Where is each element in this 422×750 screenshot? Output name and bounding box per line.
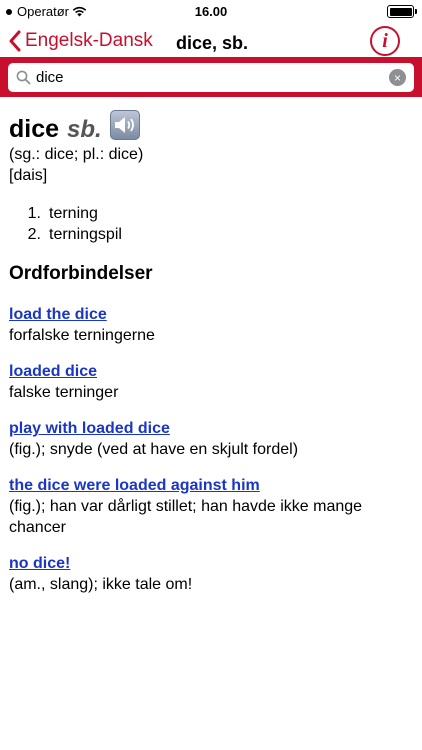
sense-item: 2. terningspil	[9, 224, 413, 245]
clear-icon[interactable]: ×	[389, 69, 406, 86]
sense-list: 1. terning 2. terningspil	[9, 203, 413, 245]
headword-row: dice sb.	[9, 104, 413, 144]
back-label: Engelsk-Dansk	[25, 30, 153, 51]
clock: 16.00	[194, 4, 228, 19]
info-button[interactable]: i	[370, 26, 400, 56]
phrase-definition: (am., slang); ikke tale om!	[9, 576, 193, 593]
sense-number: 2.	[27, 226, 41, 243]
grammar-info: (sg.: dice; pl.: dice)	[9, 146, 144, 163]
phrase-item: load the dice forfalske terningerne	[9, 304, 413, 346]
speaker-icon	[114, 117, 134, 133]
sense-item: 1. terning	[9, 203, 413, 224]
phrase-item: play with loaded dice (fig.); snyde (ved…	[9, 418, 413, 460]
back-button[interactable]: Engelsk-Dansk	[8, 30, 153, 52]
sense-number: 1.	[27, 205, 41, 222]
speaker-button[interactable]	[109, 110, 140, 140]
search-field: ×	[8, 63, 414, 92]
page-title: dice, sb.	[176, 33, 249, 53]
phrase-link[interactable]: the dice were loaded against him	[9, 475, 413, 496]
search-bar: ×	[0, 57, 422, 97]
phrase-definition: falske terninger	[9, 384, 119, 401]
phrase-definition: (fig.); snyde (ved at have en skjult for…	[9, 441, 299, 458]
phrase-link[interactable]: load the dice	[9, 304, 413, 325]
pronunciation: [dais]	[9, 167, 48, 184]
entry-content: dice sb. (sg.: dice; pl.: dice) [dais] 1…	[9, 104, 413, 610]
headword: dice	[9, 115, 60, 143]
phrase-definition: (fig.); han var dårligt stillet; han hav…	[9, 498, 363, 536]
phrase-item: the dice were loaded against him (fig.);…	[9, 475, 413, 538]
search-input[interactable]	[36, 63, 376, 92]
status-bar: Operatør 16.00	[0, 0, 422, 24]
battery-icon	[387, 5, 417, 18]
phrase-item: no dice! (am., slang); ikke tale om!	[9, 553, 413, 595]
part-of-speech: sb.	[67, 116, 102, 143]
phrase-link[interactable]: no dice!	[9, 553, 413, 574]
sense-text: terningspil	[49, 226, 122, 243]
phrases-heading: Ordforbindelser	[9, 263, 153, 284]
phrase-link[interactable]: loaded dice	[9, 361, 413, 382]
search-icon	[16, 70, 31, 85]
sense-text: terning	[49, 205, 98, 222]
phrase-definition: forfalske terningerne	[9, 327, 155, 344]
info-icon: i	[382, 29, 388, 52]
phrase-link[interactable]: play with loaded dice	[9, 418, 413, 439]
chevron-left-icon	[9, 30, 21, 52]
phrase-item: loaded dice falske terninger	[9, 361, 413, 403]
